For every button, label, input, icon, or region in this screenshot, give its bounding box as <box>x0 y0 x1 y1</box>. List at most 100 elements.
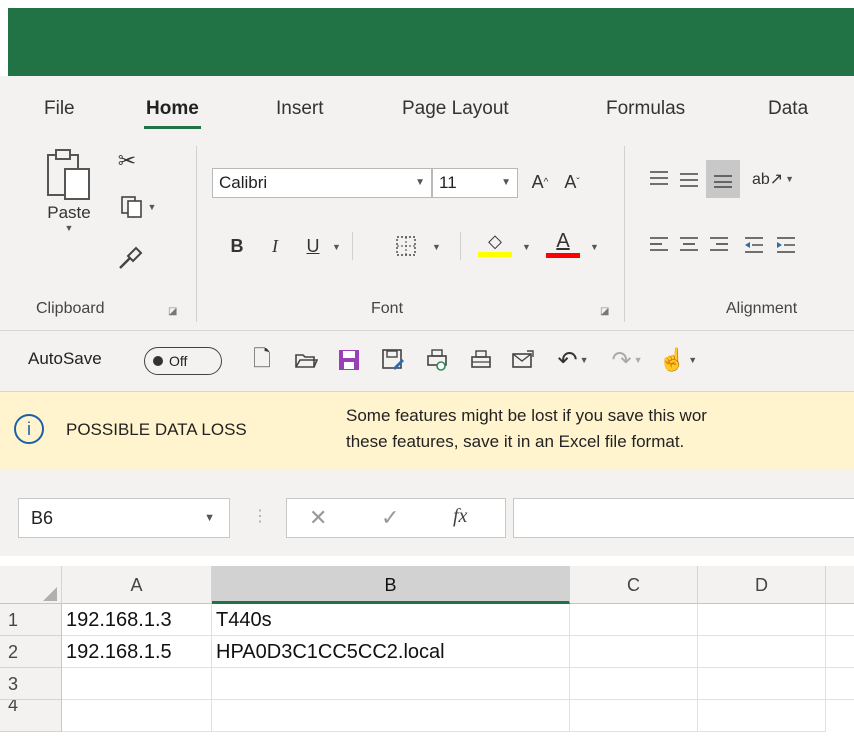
chevron-down-icon[interactable]: ▼ <box>590 242 599 252</box>
borders-button[interactable] <box>388 230 424 262</box>
new-file-button[interactable]: 🗋 <box>248 346 276 375</box>
undo-button[interactable]: ↶ ▼ <box>550 343 596 377</box>
chevron-down-icon: ▼ <box>64 223 74 233</box>
ribbon-separator <box>196 146 197 322</box>
save-button[interactable] <box>334 345 364 375</box>
message-bar: i POSSIBLE DATA LOSS Some features might… <box>0 392 854 470</box>
column-header-c[interactable]: C <box>570 566 698 604</box>
column-header-a[interactable]: A <box>62 566 212 604</box>
tab-formulas[interactable]: Formulas <box>606 98 685 120</box>
font-family-select[interactable]: Calibri ▼ <box>212 168 432 198</box>
font-launcher-icon[interactable]: ◪ <box>600 306 609 317</box>
clipboard-launcher-icon[interactable]: ◪ <box>168 306 177 317</box>
printer-icon <box>471 350 491 368</box>
cell-b1[interactable]: T440s <box>212 604 570 636</box>
cancel-icon[interactable]: ✕ <box>309 505 327 531</box>
align-bottom-button[interactable] <box>706 160 740 198</box>
cell-b4[interactable] <box>212 700 570 732</box>
font-color-button[interactable]: A <box>544 226 582 262</box>
chevron-down-icon[interactable]: ▼ <box>332 242 341 252</box>
underline-button[interactable]: U <box>300 230 326 262</box>
increase-indent-button[interactable] <box>772 230 800 260</box>
insert-function-button[interactable]: fx <box>453 505 467 528</box>
formula-input[interactable] <box>513 498 854 538</box>
cell-d3[interactable] <box>698 668 826 700</box>
cell-a3[interactable] <box>62 668 212 700</box>
print-preview-button[interactable] <box>422 345 452 375</box>
align-right-button[interactable] <box>706 230 732 260</box>
tab-insert[interactable]: Insert <box>276 98 324 120</box>
message-line-1: Some features might be lost if you save … <box>346 406 707 425</box>
format-painter-button[interactable] <box>110 238 150 278</box>
decrease-indent-button[interactable] <box>740 230 768 260</box>
column-header-b[interactable]: B <box>212 566 570 604</box>
tab-home-label: Home <box>146 98 199 119</box>
name-box[interactable]: B6 ▼ <box>18 498 230 538</box>
increase-font-size-button[interactable]: A ^ <box>526 166 554 198</box>
row-header-2[interactable]: 2 <box>0 636 62 668</box>
toggle-knob-icon <box>153 356 163 366</box>
cell-c3[interactable] <box>570 668 698 700</box>
check-icon[interactable]: ✓ <box>381 505 399 531</box>
align-left-button[interactable] <box>646 230 672 260</box>
open-button[interactable] <box>292 347 320 375</box>
cell-b3[interactable] <box>212 668 570 700</box>
title-bar <box>0 0 854 76</box>
print-button[interactable] <box>466 345 496 375</box>
save-as-button[interactable] <box>378 345 408 375</box>
select-all-corner[interactable] <box>0 566 62 604</box>
cell-a1[interactable]: 192.168.1.3 <box>62 604 212 636</box>
align-left-icon <box>650 237 668 251</box>
cell-a2[interactable]: 192.168.1.5 <box>62 636 212 668</box>
cell-c4[interactable] <box>570 700 698 732</box>
chevron-down-icon[interactable]: ▼ <box>522 242 531 252</box>
decrease-font-size-button[interactable]: Aˇ <box>558 166 586 198</box>
chevron-down-icon[interactable]: ▼ <box>432 242 441 252</box>
chevron-down-icon: ▼ <box>147 202 157 212</box>
cell-c1[interactable] <box>570 604 698 636</box>
drag-handle-icon[interactable]: ⋮ <box>252 506 268 526</box>
autosave-toggle[interactable]: Off <box>144 347 222 375</box>
cell-c2[interactable] <box>570 636 698 668</box>
message-line-2: these features, save it in an Excel file… <box>346 432 685 451</box>
font-size-select[interactable]: 11 ▼ <box>432 168 518 198</box>
row-header-3[interactable]: 3 <box>0 668 62 700</box>
italic-button[interactable]: I <box>262 230 288 262</box>
active-tab-underline <box>144 126 201 129</box>
tab-file[interactable]: File <box>44 98 75 120</box>
row-header-4[interactable]: 4 <box>0 700 62 732</box>
chevron-down-icon: ▼ <box>633 355 643 365</box>
row-header-1[interactable]: 1 <box>0 604 62 636</box>
align-center-button[interactable] <box>676 230 702 260</box>
email-button[interactable] <box>508 345 538 375</box>
redo-button[interactable]: ↷ ▼ <box>604 343 650 377</box>
alignment-group-label: Alignment <box>726 300 798 317</box>
cell-e2[interactable] <box>826 636 854 668</box>
copy-button[interactable]: ▼ <box>110 190 166 224</box>
column-header-next[interactable] <box>826 566 854 604</box>
folder-open-icon <box>295 354 318 368</box>
tab-page-layout[interactable]: Page Layout <box>402 98 509 120</box>
cell-e1[interactable] <box>826 604 854 636</box>
cell-d2[interactable] <box>698 636 826 668</box>
cell-e3[interactable] <box>826 668 854 700</box>
fill-color-swatch <box>478 252 512 257</box>
tab-data[interactable]: Data <box>768 98 808 120</box>
align-middle-button[interactable] <box>676 164 702 194</box>
save-icon <box>339 350 359 370</box>
column-header-d[interactable]: D <box>698 566 826 604</box>
orientation-button[interactable]: ab↗ ▼ <box>748 162 798 196</box>
title-bar-fill <box>8 8 854 76</box>
paste-button[interactable]: Paste ▼ <box>34 146 104 234</box>
tab-home[interactable]: Home <box>144 98 201 129</box>
touch-mode-button[interactable]: ☝ ▼ <box>656 343 700 377</box>
cell-b2[interactable]: HPA0D3C1CC5CC2.local <box>212 636 570 668</box>
cell-d1[interactable] <box>698 604 826 636</box>
fill-color-button[interactable]: ◇ <box>476 226 514 262</box>
bold-button[interactable]: B <box>224 230 250 262</box>
cell-d4[interactable] <box>698 700 826 732</box>
align-top-button[interactable] <box>646 164 672 194</box>
cut-button[interactable]: ✂ <box>110 144 144 178</box>
cell-a4[interactable] <box>62 700 212 732</box>
formula-bar: B6 ▼ ⋮ ✕ ✓ fx <box>0 470 854 556</box>
